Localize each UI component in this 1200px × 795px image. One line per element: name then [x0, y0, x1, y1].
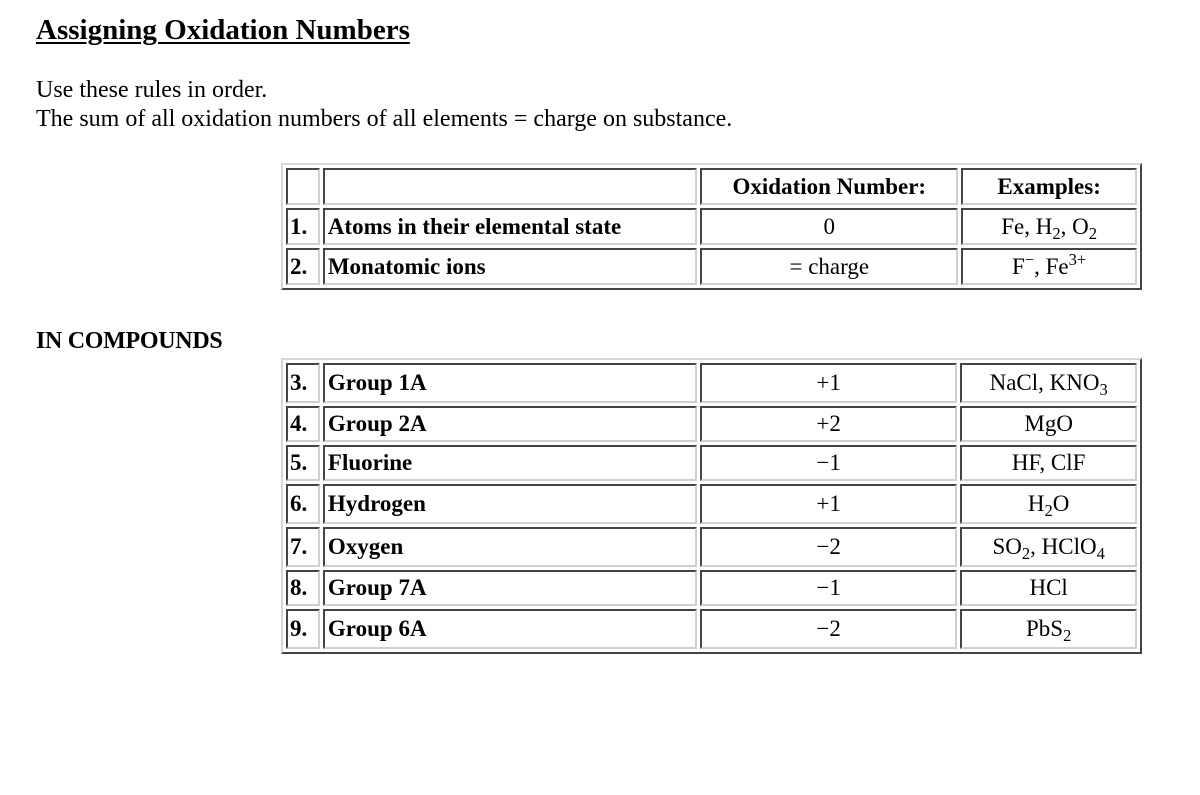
basic-rules-table: Oxidation Number: Examples: 1. Atoms in …	[281, 163, 1142, 290]
table-row: 4. Group 2A +2 MgO	[286, 406, 1137, 442]
oxidation-number: +1	[699, 363, 958, 403]
rule-label: Group 7A	[322, 570, 697, 606]
page-title: Assigning Oxidation Numbers	[36, 14, 410, 46]
rule-number: 1.	[286, 208, 320, 245]
formula-superscript: −	[1024, 249, 1035, 269]
header-rule-cell	[322, 168, 698, 205]
formula-subscript: 2	[1088, 223, 1098, 243]
rule-label: Group 2A	[322, 406, 697, 442]
oxidation-number: −1	[699, 445, 958, 481]
examples: SO2, HClO4	[960, 527, 1137, 567]
formula-subscript: 2	[1063, 625, 1072, 645]
rule-label: Group 6A	[322, 609, 697, 649]
oxidation-number: = charge	[700, 248, 959, 285]
rule-number: 2.	[286, 248, 320, 285]
formula-text: O	[1052, 491, 1070, 516]
examples: HCl	[960, 570, 1137, 606]
rule-number: 9.	[286, 609, 320, 649]
examples: NaCl, KNO3	[960, 363, 1137, 403]
table-header-row: Oxidation Number: Examples:	[286, 168, 1137, 205]
table-row: 6. Hydrogen +1 H2O	[286, 484, 1137, 524]
examples: MgO	[960, 406, 1137, 442]
table-row: 5. Fluorine −1 HF, ClF	[286, 445, 1137, 481]
header-number-cell	[286, 168, 320, 205]
formula-text: MgO	[1024, 411, 1073, 436]
table-row: 7. Oxygen −2 SO2, HClO4	[286, 527, 1137, 567]
formula-text: HF, ClF	[1011, 450, 1086, 475]
table-row: 9. Group 6A −2 PbS2	[286, 609, 1137, 649]
table-row: 1. Atoms in their elemental state 0 Fe, …	[286, 208, 1137, 245]
formula-text: , O	[1060, 213, 1089, 239]
formula-text: Fe, H	[1001, 213, 1053, 239]
oxidation-number: −2	[699, 609, 958, 649]
rule-label: Monatomic ions	[322, 248, 698, 285]
table-row: 8. Group 7A −1 HCl	[286, 570, 1137, 606]
rule-number: 3.	[286, 363, 320, 403]
table-row: 2. Monatomic ions = charge F−, Fe3+	[286, 248, 1137, 285]
oxidation-number: −1	[699, 570, 958, 606]
formula-text: , Fe	[1034, 253, 1069, 279]
intro-line-order: Use these rules in order.	[36, 77, 268, 103]
oxidation-number: +1	[699, 484, 958, 524]
intro-line-sum-rule: The sum of all oxidation numbers of all …	[36, 106, 733, 132]
rule-label: Atoms in their elemental state	[322, 208, 698, 245]
oxidation-number: +2	[699, 406, 958, 442]
formula-subscript: 2	[1021, 543, 1031, 563]
rule-label: Oxygen	[322, 527, 697, 567]
rule-label: Hydrogen	[322, 484, 697, 524]
rule-number: 6.	[286, 484, 320, 524]
formula-subscript: 2	[1052, 223, 1061, 243]
rule-label: Group 1A	[322, 363, 697, 403]
rule-number: 8.	[286, 570, 320, 606]
table-row: 3. Group 1A +1 NaCl, KNO3	[286, 363, 1137, 403]
compound-rules-table: 3. Group 1A +1 NaCl, KNO3 4. Group 2A +2…	[281, 358, 1142, 654]
rule-number: 5.	[286, 445, 320, 481]
examples: H2O	[960, 484, 1137, 524]
examples: HF, ClF	[960, 445, 1137, 481]
oxidation-number: −2	[699, 527, 958, 567]
formula-text: HCl	[1029, 575, 1068, 600]
formula-text: SO	[992, 534, 1022, 559]
header-oxidation-number: Oxidation Number:	[700, 168, 959, 205]
formula-text: , HClO	[1030, 534, 1097, 559]
formula-text: H	[1027, 491, 1045, 516]
header-examples: Examples:	[961, 168, 1137, 205]
formula-text: PbS	[1025, 616, 1064, 641]
formula-text: NaCl, KNO	[989, 370, 1100, 395]
formula-subscript: 2	[1044, 500, 1053, 520]
examples: F−, Fe3+	[961, 248, 1137, 285]
formula-text: F	[1012, 253, 1025, 279]
section-heading-in-compounds: IN COMPOUNDS	[36, 328, 223, 354]
examples: Fe, H2, O2	[961, 208, 1137, 245]
rule-number: 7.	[286, 527, 320, 567]
intro-text: Use these rules in order. The sum of all…	[36, 76, 732, 134]
formula-superscript: 3+	[1068, 249, 1087, 269]
formula-subscript: 4	[1096, 543, 1105, 563]
oxidation-number: 0	[700, 208, 959, 245]
rule-number: 4.	[286, 406, 320, 442]
formula-subscript: 3	[1099, 379, 1108, 399]
examples: PbS2	[960, 609, 1137, 649]
rule-label: Fluorine	[322, 445, 697, 481]
